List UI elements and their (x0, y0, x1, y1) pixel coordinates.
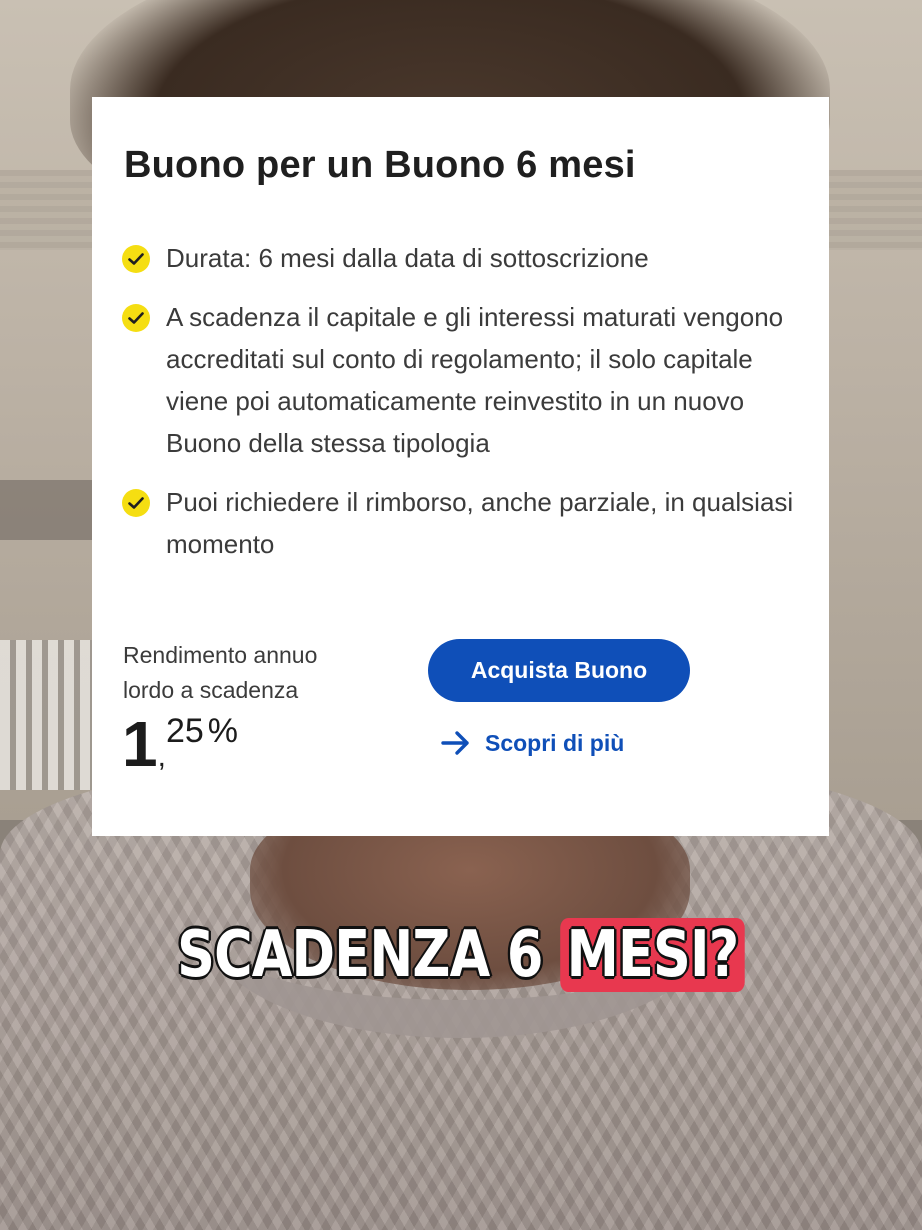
feature-text: Durata: 6 mesi dalla data di sottoscrizi… (166, 243, 649, 273)
feature-list: Durata: 6 mesi dalla data di sottoscrizi… (122, 237, 802, 582)
video-caption: SCADENZA 6 MESI? (83, 917, 839, 994)
feature-item: Puoi richiedere il rimborso, anche parzi… (122, 481, 802, 565)
card-title: Buono per un Buono 6 mesi (124, 144, 636, 186)
product-card: Buono per un Buono 6 mesi Durata: 6 mesi… (92, 97, 829, 836)
caption-text: SCADENZA 6 (176, 917, 561, 994)
yield-rate-separator: , (157, 740, 166, 773)
yield-rate-percent: % (207, 712, 238, 750)
yield-label: Rendimento annuo lordo a scadenza (123, 642, 318, 703)
yield-rate: 1,25% (122, 709, 238, 779)
arrow-right-icon (441, 729, 471, 757)
buy-button[interactable]: Acquista Buono (428, 639, 690, 702)
check-icon (122, 304, 150, 332)
yield-rate-integer: 1 (122, 708, 158, 780)
feature-item: Durata: 6 mesi dalla data di sottoscrizi… (122, 237, 802, 279)
feature-item: A scadenza il capitale e gli interessi m… (122, 296, 802, 464)
feature-text: A scadenza il capitale e gli interessi m… (166, 302, 784, 458)
check-icon (122, 245, 150, 273)
yield-rate-decimal: 25 (165, 712, 204, 750)
feature-text: Puoi richiedere il rimborso, anche parzi… (166, 487, 794, 559)
learn-more-link[interactable]: Scopri di più (441, 729, 624, 757)
check-icon (122, 489, 150, 517)
caption-highlight: MESI? (560, 917, 745, 994)
learn-more-label: Scopri di più (485, 729, 625, 756)
